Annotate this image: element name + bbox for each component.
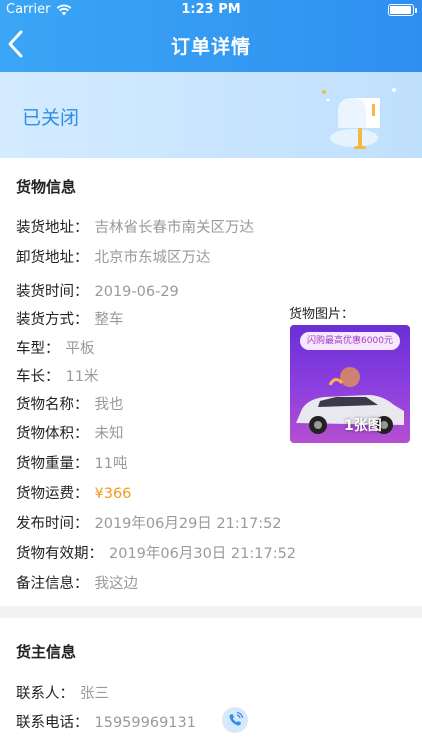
row-loading-address: 装货地址： 吉林省长春市南关区万达 [16, 216, 254, 237]
row-label: 装货地址： [16, 220, 89, 236]
row-label: 联系电话： [16, 715, 89, 731]
row-label: 备注信息： [16, 576, 89, 592]
row-remarks: 备注信息： 我这边 [16, 572, 138, 593]
status-banner: 已关闭 [0, 72, 422, 158]
promo-banner: 闪购最高优惠6000元 [300, 332, 400, 350]
row-value: 整车 [94, 312, 124, 328]
row-loading-time: 装货时间： 2019-06-29 [16, 280, 179, 301]
row-value: 平板 [65, 341, 95, 357]
header: Carrier 1:23 PM 订单详情 [0, 0, 422, 72]
row-publish-time: 发布时间： 2019年06月29日 21:17:52 [16, 512, 282, 533]
row-loading-method: 装货方式： 整车 [16, 308, 124, 329]
goods-picture[interactable]: 闪购最高优惠6000元 1张图 [290, 325, 410, 443]
row-unloading-address: 卸货地址： 北京市东城区万达 [16, 246, 211, 267]
row-label: 货物名称： [16, 397, 89, 413]
battery-level [390, 6, 411, 14]
row-value: 2019-06-29 [94, 284, 179, 300]
mailbox-icon [322, 88, 396, 149]
row-value: 11米 [65, 369, 99, 385]
row-contact: 联系人： 张三 [16, 682, 109, 703]
row-value: 吉林省长春市南关区万达 [94, 220, 255, 236]
contact-name: 张三 [80, 686, 109, 702]
row-label: 车型： [16, 341, 60, 357]
order-status: 已关闭 [22, 107, 80, 129]
row-value: 2019年06月30日 21:17:52 [109, 546, 297, 562]
row-value: 未知 [94, 426, 124, 442]
owner-section-title: 货主信息 [16, 643, 77, 661]
row-goods-weight: 货物重量： 11吨 [16, 452, 127, 473]
row-label: 货物运费： [16, 486, 89, 502]
phone-number[interactable]: 15959969131 [95, 715, 196, 731]
row-vehicle-length: 车长： 11米 [16, 365, 98, 386]
row-phone: 联系电话： 15959969131 [16, 711, 196, 732]
row-freight: 货物运费： ¥366 [16, 482, 131, 503]
row-label: 装货时间： [16, 284, 89, 300]
row-value: 2019年06月29日 21:17:52 [94, 516, 282, 532]
battery-icon [388, 4, 417, 16]
row-label: 货物有效期： [16, 546, 103, 562]
page-title: 订单详情 [170, 36, 251, 58]
row-value: 北京市东城区万达 [94, 250, 211, 266]
goods-section-title: 货物信息 [16, 178, 77, 196]
section-divider [0, 606, 422, 618]
row-label: 卸货地址： [16, 250, 89, 266]
picture-count: 1张图 [344, 418, 382, 434]
phone-icon[interactable] [222, 707, 248, 733]
row-label: 车长： [16, 369, 60, 385]
goods-picture-label: 货物图片： [289, 307, 355, 322]
row-label: 联系人： [16, 686, 74, 702]
row-value: 11吨 [94, 456, 128, 472]
row-value: 我这边 [94, 576, 139, 592]
row-goods-name: 货物名称： 我也 [16, 393, 124, 414]
row-label: 货物体积： [16, 426, 89, 442]
row-value: 我也 [94, 397, 124, 413]
row-label: 装货方式： [16, 312, 89, 328]
phone-glyph [229, 711, 244, 726]
status-bar: Carrier 1:23 PM [0, 0, 422, 22]
row-vehicle-type: 车型： 平板 [16, 337, 95, 358]
row-goods-volume: 货物体积： 未知 [16, 422, 124, 443]
row-validity: 货物有效期： 2019年06月30日 21:17:52 [16, 542, 296, 563]
clock: 1:23 PM [181, 2, 241, 17]
row-label: 货物重量： [16, 456, 89, 472]
nav-bar: 订单详情 [0, 22, 422, 70]
row-label: 发布时间： [16, 516, 89, 532]
freight-price: ¥366 [94, 486, 132, 502]
